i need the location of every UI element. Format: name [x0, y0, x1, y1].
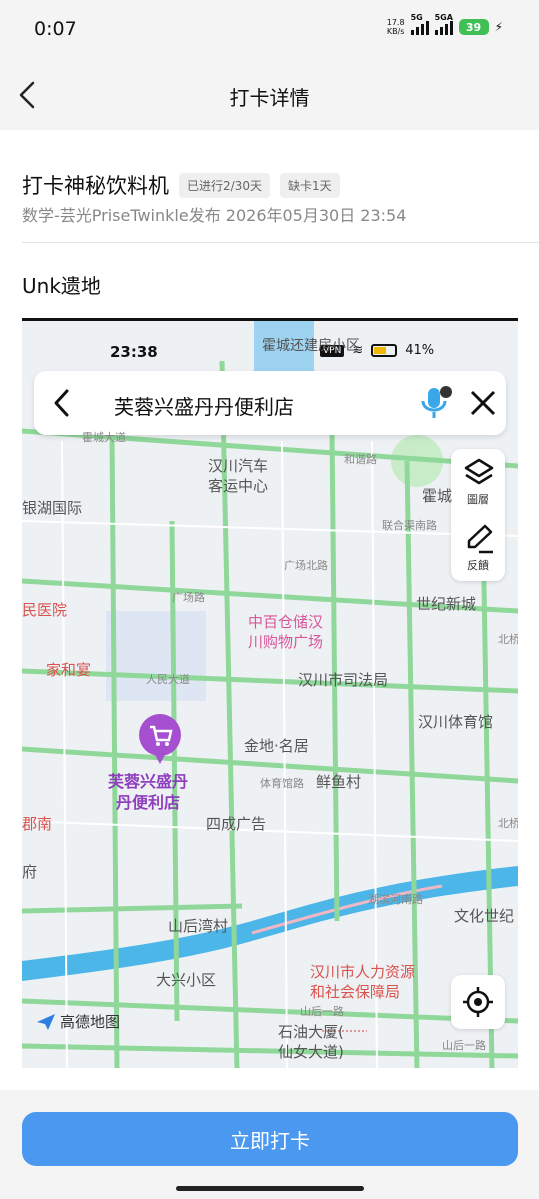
map-place: 霍城还建房小区: [262, 338, 360, 354]
progress-tag: 已进行2/30天: [179, 172, 270, 198]
voice-mic-icon: [421, 386, 452, 418]
map-place: 府: [22, 863, 38, 881]
map-place: 石油大厦(: [278, 1023, 344, 1041]
map-road: 山后一路: [300, 1005, 344, 1018]
map-place: 和社会保障局: [310, 983, 401, 1001]
map-place: 家和宴: [46, 661, 92, 679]
map-road: 联合渠南路: [382, 519, 437, 532]
map-road: 霍城大道: [82, 431, 126, 444]
close-icon: [470, 390, 496, 416]
signal-5g-icon: 5G: [410, 13, 429, 35]
task-title: 打卡神秘饮料机: [22, 174, 169, 198]
map-logo: 高德地图: [36, 1011, 120, 1032]
map-place: 金地·名居: [244, 737, 309, 755]
net-speed: 17.8 KB/s: [386, 18, 405, 36]
map-place: 文化世纪: [454, 907, 515, 925]
map-place: 霍城: [422, 487, 453, 505]
map-place: 银湖国际: [22, 499, 83, 517]
map-road: 北桥: [498, 633, 518, 646]
map-place: 仙女大道): [278, 1043, 344, 1061]
map-place: 郡南: [22, 815, 53, 833]
map-battery-icon: [371, 344, 398, 357]
map-road: 体育馆路: [260, 777, 304, 790]
map-road: 北桥: [498, 817, 518, 830]
map-place: 四成广告: [206, 815, 267, 833]
map-road: 和谐路: [344, 453, 377, 466]
checkin-button[interactable]: 立即打卡: [22, 1112, 518, 1166]
nav-bar: 打卡详情: [0, 60, 539, 130]
map-search-query: 芙蓉兴盛丹丹便利店: [114, 395, 294, 419]
page-title: 打卡详情: [229, 86, 310, 110]
map-place: 大兴小区: [156, 971, 217, 989]
entry-title: Unk遗地: [22, 274, 101, 298]
divider: [22, 242, 539, 243]
status-time: 0:07: [34, 18, 77, 40]
locate-icon: [463, 987, 493, 1017]
map-place: 鲜鱼村: [316, 773, 362, 791]
bottom-action-bar: 立即打卡: [0, 1090, 539, 1199]
map-place: 汉川体育馆: [418, 713, 494, 731]
map-back-icon: [54, 389, 69, 417]
map-place: 中百仓储汉: [248, 613, 324, 631]
map-place: 民医院: [22, 601, 68, 619]
map-screenshot[interactable]: 23:38 VPN ≋ 41% 芙蓉兴盛丹丹便利店 圖層 反饋 芙蓉兴盛丹 丹便…: [22, 318, 518, 1068]
amap-logo-icon: [37, 1013, 55, 1030]
store-pin-icon: [139, 714, 181, 764]
layers-icon: [464, 458, 494, 485]
map-road: 人民大道: [146, 673, 190, 686]
feedback-label: 反饋: [467, 559, 489, 572]
map-place: 山后湾村: [168, 917, 229, 935]
map-place: 汉川市人力资源: [310, 963, 416, 981]
map-place: 汉川汽车: [208, 457, 269, 475]
task-title-row: 打卡神秘饮料机 已进行2/30天 缺卡1天: [22, 170, 340, 200]
status-icons: 17.8 KB/s 5G 5GA 39 ⚡: [386, 13, 503, 36]
locate-button: [451, 975, 505, 1029]
map-place: 客运中心: [208, 477, 269, 495]
map-road: 广场路: [172, 591, 205, 604]
status-bar: 0:07 17.8 KB/s 5G 5GA 39 ⚡: [0, 0, 539, 60]
task-meta: 数学-芸光PriseTwinkle发布 2026年05月30日 23:54: [22, 206, 407, 225]
map-road: 广场北路: [284, 559, 328, 572]
map-road: 湖滨河南路: [368, 893, 423, 906]
signal-5ga-icon: 5GA: [434, 13, 453, 35]
map-status-time: 23:38: [110, 343, 158, 361]
pin-label: 芙蓉兴盛丹 丹便利店: [108, 772, 189, 812]
home-indicator[interactable]: [176, 1186, 364, 1191]
battery-icon: 39: [458, 19, 489, 35]
map-battery-level: 41%: [405, 343, 435, 358]
map-place: 川购物广场: [248, 633, 324, 651]
feedback-edit-icon: [467, 524, 493, 554]
missing-tag: 缺卡1天: [279, 172, 340, 198]
map-place: 世纪新城: [416, 595, 477, 613]
map-place: 汉川市司法局: [298, 671, 389, 689]
layer-label: 圖層: [467, 493, 489, 506]
map-road: 山后一路: [442, 1039, 486, 1052]
charging-icon: ⚡: [494, 20, 503, 34]
map-toolbar: 圖層 反饋: [451, 449, 505, 581]
map-search-bar: 芙蓉兴盛丹丹便利店: [34, 371, 506, 435]
